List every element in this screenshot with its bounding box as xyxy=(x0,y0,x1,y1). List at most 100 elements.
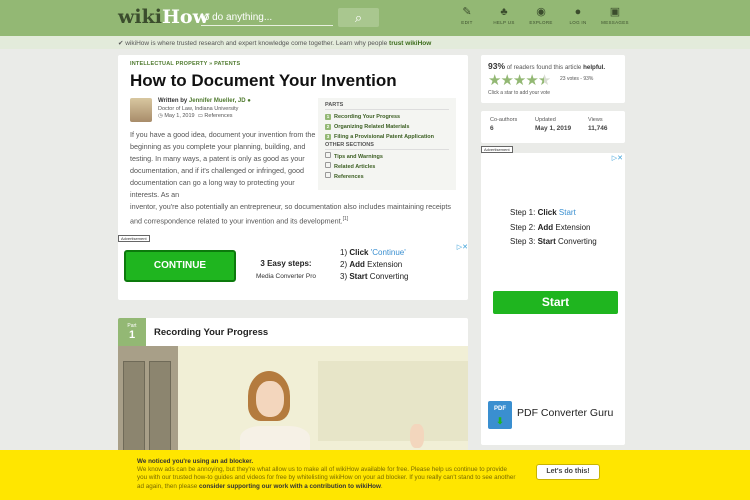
part-number-icon: 1 xyxy=(325,114,331,120)
lets-do-this-button[interactable]: Let's do this! xyxy=(536,464,600,480)
ad-blocker-notice: We noticed you're using an ad blocker. W… xyxy=(0,450,750,500)
pdf-icon: PDF ⬇ xyxy=(488,401,512,429)
toc-item[interactable]: 1 Recording Your Progress xyxy=(325,112,449,122)
step-number: Step 1: xyxy=(510,208,538,217)
advertisement-banner[interactable]: Advertisement ▷✕ CONTINUE 3 Easy steps: … xyxy=(118,235,468,295)
nav-messages[interactable]: ▣ MESSAGES xyxy=(595,4,635,25)
trust-link[interactable]: trust wikiHow xyxy=(389,40,431,47)
nav-label: HELP US xyxy=(493,20,515,25)
toc-item[interactable]: 2 Organizing Related Materials xyxy=(325,122,449,132)
compass-icon: ◉ xyxy=(536,6,546,18)
sidebar-advertisement[interactable]: ▷✕ Step 1: Click Start Step 2: Add Extens… xyxy=(481,153,625,445)
step-action: Add xyxy=(537,222,556,232)
verified-icon: ● xyxy=(247,98,251,104)
step-detail: Converting xyxy=(369,272,409,281)
search-icon: ⌕ xyxy=(354,10,363,25)
helpful-card: 93% of readers found this article helpfu… xyxy=(481,55,625,103)
sprout-icon: ♣ xyxy=(500,6,508,18)
stat-value: 11,746 xyxy=(588,125,608,132)
breadcrumb: INTELLECTUAL PROPERTY » PATENTS xyxy=(130,61,241,67)
step-action: Click xyxy=(537,208,559,217)
nav-help-us[interactable]: ♣ HELP US xyxy=(484,4,524,25)
wikihow-logo[interactable]: wikiHow xyxy=(118,6,209,28)
step-number: 3) xyxy=(340,272,350,281)
step-illustration xyxy=(118,346,468,458)
toc-item[interactable]: Tips and Warnings xyxy=(325,152,449,162)
trust-bar: ✔ wikiHow is where trusted research and … xyxy=(0,36,750,49)
references-icon: ▭ xyxy=(197,113,203,119)
part-badge: Part 1 xyxy=(118,318,146,346)
toc-label: Recording Your Progress xyxy=(334,114,401,120)
intro-text: If you have a good idea, document your i… xyxy=(130,130,316,199)
step-number: Step 2: xyxy=(510,222,538,232)
part-1-card: Part 1 Recording Your Progress xyxy=(118,318,468,458)
references-link[interactable]: References xyxy=(204,113,232,119)
ad-choices-icon[interactable]: ▷✕ xyxy=(612,154,623,162)
step-action: Start xyxy=(537,237,559,246)
article-stats: Co-authors 6 Updated May 1, 2019 Views 11,746 xyxy=(481,111,625,143)
ad-label: Advertisement xyxy=(118,235,150,242)
star-icon[interactable]: ★ xyxy=(488,72,501,89)
info-icon xyxy=(325,152,331,158)
ad-label: Advertisement xyxy=(481,146,513,153)
stat-value: May 1, 2019 xyxy=(535,125,572,132)
toc-label: Related Articles xyxy=(334,164,376,170)
ad-step: Step 3: Start Converting xyxy=(510,235,597,250)
part-number-icon: 2 xyxy=(325,124,331,130)
stat: Co-authors 6 xyxy=(490,117,517,132)
user-icon: ● xyxy=(574,6,582,18)
contribute-link[interactable]: consider supporting our work with a cont… xyxy=(199,483,381,490)
toc-item[interactable]: 3 Filing a Provisional Patent Application xyxy=(325,132,449,142)
page-title: How to Document Your Invention xyxy=(130,71,397,90)
step-detail: Start xyxy=(558,208,576,217)
citation-link[interactable]: [1] xyxy=(343,216,349,222)
article-intro-card: INTELLECTUAL PROPERTY » PATENTS How to D… xyxy=(118,55,468,300)
step-action: Add xyxy=(349,260,368,269)
step-number: 1) xyxy=(340,248,350,257)
stat-label: Co-authors xyxy=(490,117,518,123)
ad-step: Step 1: Click Start xyxy=(510,206,597,221)
toc-label: Filing a Provisional Patent Application xyxy=(334,134,435,140)
step-action: Start xyxy=(349,272,370,281)
star-icon[interactable]: ★ xyxy=(538,72,551,89)
nav-label: EDIT xyxy=(461,20,473,25)
header: wikiHow to do anything... ⌕ ✎ EDIT ♣ HELP U… xyxy=(0,0,750,36)
nav-label: MESSAGES xyxy=(601,20,629,25)
nav-edit[interactable]: ✎ EDIT xyxy=(447,4,487,25)
toc-item[interactable]: References xyxy=(325,172,449,182)
breadcrumb-patents[interactable]: PATENTS xyxy=(214,61,240,67)
breadcrumb-intellectual-property[interactable]: INTELLECTUAL PROPERTY xyxy=(130,61,207,67)
nav-label: EXPLORE xyxy=(529,20,553,25)
search-button[interactable]: ⌕ xyxy=(338,8,379,27)
chat-icon: ▣ xyxy=(609,6,621,18)
star-icon[interactable]: ★ xyxy=(525,72,538,89)
star-icon[interactable]: ★ xyxy=(513,72,526,89)
step-detail: Converting xyxy=(558,237,597,246)
toc-label: Tips and Warnings xyxy=(334,154,383,160)
nav-label: LOG IN xyxy=(569,20,587,25)
stat-label: Updated xyxy=(535,117,556,123)
stat: Updated May 1, 2019 xyxy=(535,117,571,132)
ad-step: Step 2: Add Extension xyxy=(510,221,597,236)
part-title: Recording Your Progress xyxy=(154,327,269,338)
toc-label: Organizing Related Materials xyxy=(334,124,410,130)
nav-log-in[interactable]: ● LOG IN xyxy=(558,4,598,25)
continue-button[interactable]: CONTINUE xyxy=(124,250,236,282)
part-number-icon: 3 xyxy=(325,134,331,140)
ad-step: 1) Click 'Continue' xyxy=(340,247,408,259)
step-number: Step 3: xyxy=(510,237,538,246)
nav-explore[interactable]: ◉ EXPLORE xyxy=(521,4,561,25)
star-icon[interactable]: ★ xyxy=(500,72,513,89)
step-action: Click xyxy=(349,248,371,257)
star-rating[interactable]: ★★★★★ xyxy=(488,71,551,89)
start-button[interactable]: Start xyxy=(493,291,618,314)
author-link[interactable]: Jennifer Mueller, JD xyxy=(189,98,246,104)
toc-item[interactable]: Related Articles xyxy=(325,162,449,172)
ad-step: 3) Start Converting xyxy=(340,271,408,283)
stat-label: Views xyxy=(588,117,603,123)
step-number: 2) xyxy=(340,260,350,269)
search-input[interactable]: to do anything... xyxy=(201,9,333,26)
clock-icon: ◷ xyxy=(158,113,163,119)
ad-choices-icon[interactable]: ▷✕ xyxy=(457,243,468,251)
step-detail: Extension xyxy=(367,260,403,269)
